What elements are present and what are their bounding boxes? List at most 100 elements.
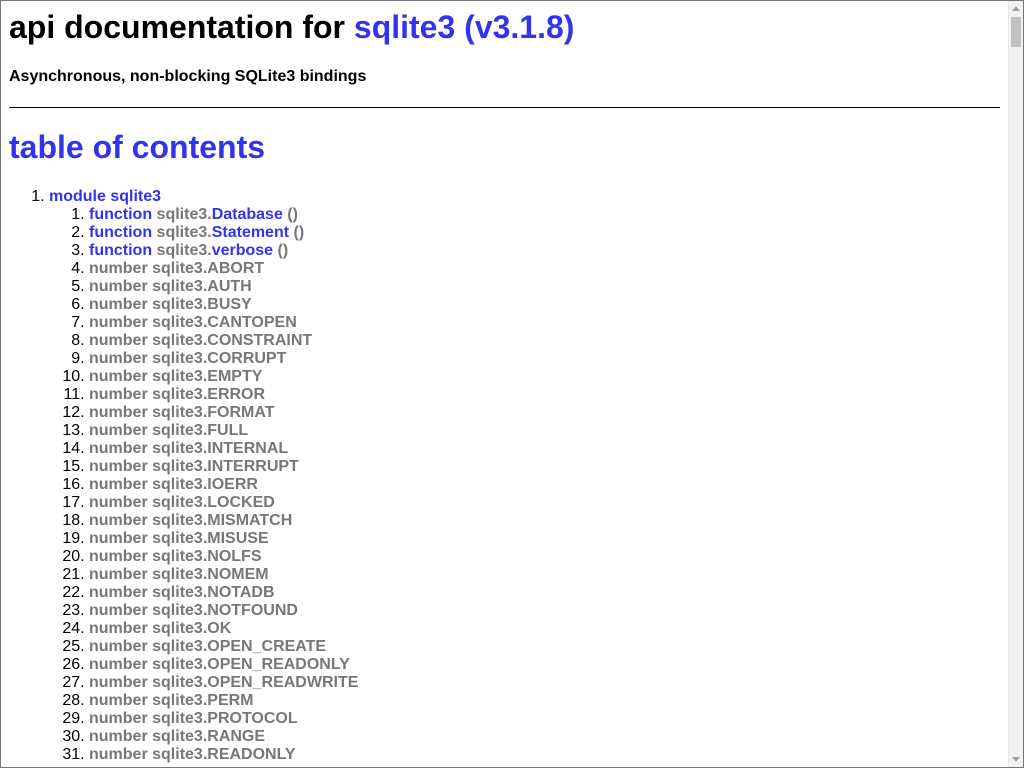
toc-item-name: FORMAT [207,404,275,421]
toc-item-namespace: sqlite3. [152,674,208,691]
toc-item: number sqlite3.PROTOCOL [89,710,358,728]
toc-item-kind: number [89,512,148,529]
toc-item-kind: number [89,278,148,295]
toc-item-link[interactable]: number sqlite3.OK [89,620,231,637]
toc-item-namespace: sqlite3. [152,368,208,385]
toc-item-link[interactable]: number sqlite3.INTERRUPT [89,458,299,475]
toc-item: number sqlite3.MISUSE [89,530,358,548]
toc-item-namespace: sqlite3. [152,296,208,313]
toc-item-link[interactable]: number sqlite3.ERROR [89,386,265,403]
toc-item: function sqlite3.Database () [89,206,358,224]
toc-item-link[interactable]: number sqlite3.NOTADB [89,584,275,601]
toc-item-kind: number [89,584,148,601]
toc-item-name: BUSY [207,296,252,313]
toc-item-kind: number [89,422,148,439]
toc-item-namespace: sqlite3. [152,350,208,367]
toc-item-link[interactable]: number sqlite3.OPEN_CREATE [89,638,326,655]
module-version-link[interactable]: sqlite3 (v3.1.8) [354,9,575,45]
toc-item-link[interactable]: number sqlite3.NOLFS [89,548,261,565]
toc-item-name: INTERNAL [207,440,289,457]
toc-item-link[interactable]: number sqlite3.NOTFOUND [89,602,298,619]
toc-item-link[interactable]: number sqlite3.OPEN_READONLY [89,656,350,673]
scroll-thumb[interactable] [1011,17,1021,47]
scroll-up-icon[interactable] [1012,6,1020,11]
toc-item-namespace: sqlite3. [156,224,212,241]
toc-item-kind: number [89,458,148,475]
toc-item-link[interactable]: number sqlite3.BUSY [89,296,252,313]
toc-item-kind: number [89,440,148,457]
toc-item-namespace: sqlite3. [152,314,208,331]
toc-item-name: Statement [211,224,290,241]
toc-item-link[interactable]: number sqlite3.AUTH [89,278,252,295]
toc-item-namespace: sqlite3. [152,278,208,295]
toc-item: number sqlite3.READONLY [89,746,358,764]
toc-item-link[interactable]: number sqlite3.NOMEM [89,566,269,583]
toc-item-link[interactable]: number sqlite3.CANTOPEN [89,314,297,331]
toc-item-name: MISMATCH [207,512,293,529]
toc-item: number sqlite3.FULL [89,422,358,440]
toc-item-link[interactable]: number sqlite3.RANGE [89,728,265,745]
toc-item-namespace: sqlite3. [152,476,208,493]
toc-sublist: function sqlite3.Database ()function sql… [49,206,358,764]
toc-item-kind: number [89,656,148,673]
header-divider [9,107,1000,108]
toc-item-link[interactable]: number sqlite3.FULL [89,422,248,439]
vertical-scrollbar[interactable] [1008,1,1023,767]
toc-item: number sqlite3.IOERR [89,476,358,494]
toc-item-namespace: sqlite3. [152,548,208,565]
toc-item-link[interactable]: number sqlite3.READONLY [89,746,296,763]
toc-item: function sqlite3.verbose () [89,242,358,260]
toc-item-namespace: sqlite3. [152,404,208,421]
toc-item-link[interactable]: number sqlite3.OPEN_READWRITE [89,674,358,691]
toc-item-name: CONSTRAINT [207,332,313,349]
toc-item-link[interactable]: number sqlite3.EMPTY [89,368,262,385]
toc-item-name: CORRUPT [207,350,287,367]
toc-item-link[interactable]: number sqlite3.ABORT [89,260,264,277]
toc-item: function sqlite3.Statement () [89,224,358,242]
toc-item-link[interactable]: number sqlite3.PERM [89,692,254,709]
toc-item: number sqlite3.CONSTRAINT [89,332,358,350]
toc-item-name: OPEN_CREATE [207,638,327,655]
toc-item-link[interactable]: number sqlite3.MISMATCH [89,512,292,529]
toc-item-link[interactable]: function sqlite3.Database () [89,206,298,223]
toc-item-name: INTERRUPT [207,458,299,475]
toc-item-link[interactable]: function sqlite3.verbose () [89,242,288,259]
toc-item: number sqlite3.MISMATCH [89,512,358,530]
toc-item-kind: number [89,674,148,691]
toc-item-namespace: sqlite3. [152,260,208,277]
toc-item-name: FULL [207,422,249,439]
toc-item-name: NOTFOUND [207,602,298,619]
toc-item-signature: () [282,206,298,223]
toc-item-link[interactable]: number sqlite3.MISUSE [89,530,269,547]
toc-item-kind: number [89,476,148,493]
toc-item-link[interactable]: number sqlite3.CONSTRAINT [89,332,312,349]
toc-item-link[interactable]: number sqlite3.CORRUPT [89,350,286,367]
toc-item: number sqlite3.NOMEM [89,566,358,584]
toc-item-kind: function [89,206,153,223]
toc-item-link[interactable]: number sqlite3.PROTOCOL [89,710,298,727]
toc-item-name: CANTOPEN [207,314,297,331]
toc-item-namespace: sqlite3. [152,602,208,619]
toc-item-kind: number [89,692,148,709]
toc-item-kind: number [89,638,148,655]
toc-item-kind: number [89,386,148,403]
toc-item: number sqlite3.FORMAT [89,404,358,422]
scroll-down-icon[interactable] [1012,757,1020,762]
toc-item-kind: number [89,404,148,421]
page-subtitle: Asynchronous, non-blocking SQLite3 bindi… [9,68,367,85]
toc-item: number sqlite3.OPEN_CREATE [89,638,358,656]
toc-item-name: PROTOCOL [207,710,298,727]
toc-item: number sqlite3.AUTH [89,278,358,296]
toc-item-namespace: sqlite3. [152,530,208,547]
toc-item-kind: number [89,260,148,277]
toc-item-link[interactable]: number sqlite3.INTERNAL [89,440,288,457]
toc-item-name: NOTADB [207,584,275,601]
module-link[interactable]: module sqlite3 [49,188,161,205]
toc-item-link[interactable]: function sqlite3.Statement () [89,224,304,241]
toc-item-link[interactable]: number sqlite3.IOERR [89,476,258,493]
toc-item-link[interactable]: number sqlite3.LOCKED [89,494,275,511]
page-content: api documentation for sqlite3 (v3.1.8) A… [1,1,1009,767]
toc-item: number sqlite3.OPEN_READONLY [89,656,358,674]
toc-module-item: module sqlite3 function sqlite3.Database… [49,188,358,764]
toc-item-link[interactable]: number sqlite3.FORMAT [89,404,275,421]
